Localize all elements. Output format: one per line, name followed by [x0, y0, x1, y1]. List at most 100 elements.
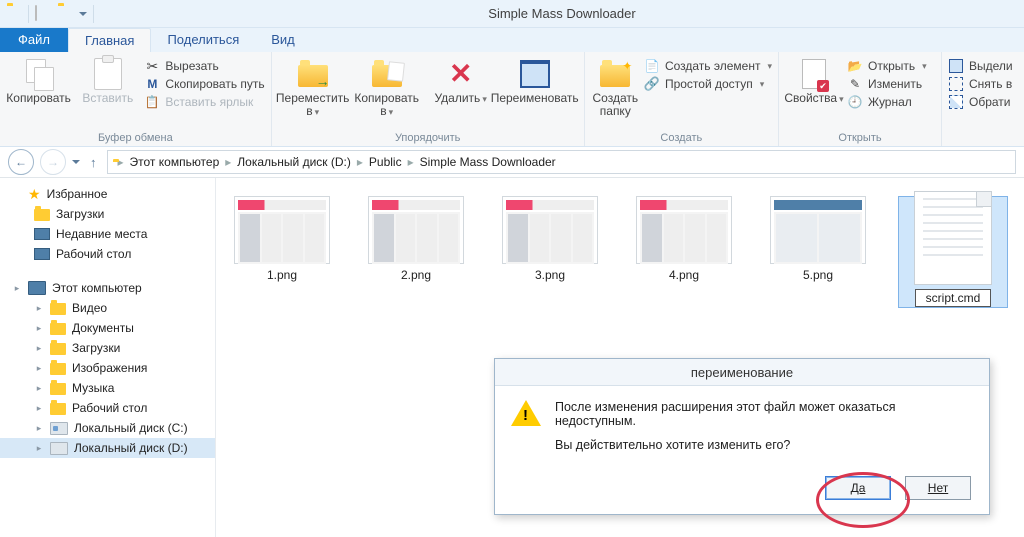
- star-icon: ★: [28, 186, 41, 203]
- file-item[interactable]: 1.png: [228, 196, 336, 308]
- history-button[interactable]: 🕘Журнал: [847, 94, 927, 110]
- history-dropdown-icon[interactable]: [72, 160, 80, 164]
- group-open: Свойства▾ 📂Открыть▾ ✎Изменить 🕘Журнал От…: [779, 52, 942, 146]
- quick-access-toolbar: [0, 5, 100, 23]
- sidebar-item-pictures[interactable]: ▸Изображения: [0, 358, 215, 378]
- file-item[interactable]: 3.png: [496, 196, 604, 308]
- sidebar-item-downloads[interactable]: Загрузки: [0, 204, 215, 224]
- folder-icon: [50, 403, 66, 415]
- warning-icon: [511, 400, 541, 428]
- select-none-icon: [948, 76, 964, 92]
- cut-button[interactable]: ✂Вырезать: [144, 58, 264, 74]
- new-folder-button[interactable]: Создать папку: [591, 54, 640, 118]
- computer-icon: [28, 281, 46, 295]
- invert-icon: [948, 94, 964, 110]
- folder-icon: [50, 383, 66, 395]
- new-item-button[interactable]: 📄Создать элемент▾: [644, 58, 772, 74]
- folder-icon: [34, 209, 50, 221]
- shortcut-icon: 📋: [144, 94, 160, 110]
- file-grid: 1.png 2.png 3.png 4.png 5.png: [228, 196, 1012, 308]
- copy-path-icon: M: [144, 76, 160, 92]
- delete-button[interactable]: ✕ Удалить▾: [426, 54, 496, 106]
- folder-icon: [50, 363, 66, 375]
- sidebar-item-videos[interactable]: ▸Видео: [0, 298, 215, 318]
- sidebar-item-desktop[interactable]: Рабочий стол: [0, 244, 215, 264]
- group-clipboard: Копировать Вставить ✂Вырезать MСкопирова…: [0, 52, 272, 146]
- select-all-button[interactable]: Выдели: [948, 58, 1013, 74]
- paste-shortcut-button[interactable]: 📋Вставить ярлык: [144, 94, 264, 110]
- breadcrumb[interactable]: Этот компьютер: [126, 155, 224, 169]
- link-icon: 🔗: [644, 76, 660, 92]
- easy-access-button[interactable]: 🔗Простой доступ▾: [644, 76, 772, 92]
- paste-button[interactable]: Вставить: [75, 54, 140, 105]
- up-button[interactable]: ↑: [86, 155, 101, 170]
- sidebar-item-drive-d[interactable]: ▸Локальный диск (D:): [0, 438, 215, 458]
- drive-icon: [50, 442, 68, 455]
- sidebar-computer[interactable]: ▸Этот компьютер: [0, 278, 215, 298]
- sidebar-item-downloads2[interactable]: ▸Загрузки: [0, 338, 215, 358]
- dialog-title: переименование: [495, 359, 989, 386]
- tab-home[interactable]: Главная: [68, 28, 151, 52]
- new-item-icon: 📄: [644, 58, 660, 74]
- edit-icon: ✎: [847, 76, 863, 92]
- sidebar-item-desktop2[interactable]: ▸Рабочий стол: [0, 398, 215, 418]
- sidebar-item-drive-c[interactable]: ▸Локальный диск (C:): [0, 418, 215, 438]
- back-button[interactable]: ←: [8, 149, 34, 175]
- dialog-message: После изменения расширения этот файл мож…: [555, 400, 973, 462]
- select-none-button[interactable]: Снять в: [948, 76, 1013, 92]
- rename-button[interactable]: Переименовать: [500, 54, 570, 105]
- move-to-button[interactable]: Переместить в▾: [278, 54, 348, 119]
- group-new: Создать папку 📄Создать элемент▾ 🔗Простой…: [585, 52, 779, 146]
- copy-to-button[interactable]: Копировать в▾: [352, 54, 422, 119]
- breadcrumb[interactable]: Локальный диск (D:): [233, 155, 355, 169]
- history-icon: 🕘: [847, 94, 863, 110]
- separator: [93, 5, 94, 23]
- dialog-yes-button[interactable]: Да: [825, 476, 891, 500]
- file-item[interactable]: 5.png: [764, 196, 872, 308]
- properties-icon: [802, 59, 826, 89]
- copy-path-button[interactable]: MСкопировать путь: [144, 76, 264, 92]
- copy-button[interactable]: Копировать: [6, 54, 71, 105]
- sidebar-item-documents[interactable]: ▸Документы: [0, 318, 215, 338]
- scissors-icon: ✂: [144, 58, 160, 74]
- sidebar-item-recent[interactable]: Недавние места: [0, 224, 215, 244]
- folder-icon: [6, 6, 22, 22]
- tab-view[interactable]: Вид: [255, 28, 311, 52]
- edit-button[interactable]: ✎Изменить: [847, 76, 927, 92]
- file-item[interactable]: 4.png: [630, 196, 738, 308]
- rename-dialog: переименование После изменения расширени…: [494, 358, 990, 515]
- title-bar: Simple Mass Downloader: [0, 0, 1024, 28]
- document-icon: [914, 191, 992, 285]
- sidebar-favorites[interactable]: ★Избранное: [0, 184, 215, 204]
- ribbon-tabs: Файл Главная Поделиться Вид: [0, 28, 1024, 52]
- breadcrumb[interactable]: Public: [365, 155, 406, 169]
- address-bar[interactable]: ▸ Этот компьютер▸ Локальный диск (D:)▸ P…: [107, 150, 1017, 174]
- qat-dropdown-icon[interactable]: [79, 12, 87, 16]
- open-button[interactable]: 📂Открыть▾: [847, 58, 927, 74]
- select-all-icon: [948, 58, 964, 74]
- window-title: Simple Mass Downloader: [100, 6, 1024, 21]
- folder-icon: [50, 343, 66, 355]
- tab-share[interactable]: Поделиться: [151, 28, 255, 52]
- file-item[interactable]: 2.png: [362, 196, 470, 308]
- invert-selection-button[interactable]: Обрати: [948, 94, 1013, 110]
- nav-bar: ← → ↑ ▸ Этот компьютер▸ Локальный диск (…: [0, 147, 1024, 178]
- separator: [28, 5, 29, 23]
- breadcrumb[interactable]: Simple Mass Downloader: [416, 155, 560, 169]
- sidebar-item-music[interactable]: ▸Музыка: [0, 378, 215, 398]
- group-select: Выдели Снять в Обрати: [942, 52, 1024, 146]
- properties-button[interactable]: Свойства▾: [785, 54, 843, 106]
- rename-icon: [520, 60, 550, 88]
- folder-icon: [50, 323, 66, 335]
- folder-icon[interactable]: [57, 6, 73, 22]
- dialog-no-button[interactable]: Нет: [905, 476, 971, 500]
- new-doc-icon[interactable]: [35, 6, 51, 22]
- tab-file[interactable]: Файл: [0, 28, 68, 52]
- group-organize: Переместить в▾ Копировать в▾ ✕ Удалить▾ …: [272, 52, 585, 146]
- forward-button[interactable]: →: [40, 149, 66, 175]
- drive-icon: [50, 422, 68, 435]
- open-icon: 📂: [847, 58, 863, 74]
- folder-icon: [50, 303, 66, 315]
- file-item-selected[interactable]: script.cmd: [898, 196, 1008, 308]
- desktop-icon: [34, 248, 50, 260]
